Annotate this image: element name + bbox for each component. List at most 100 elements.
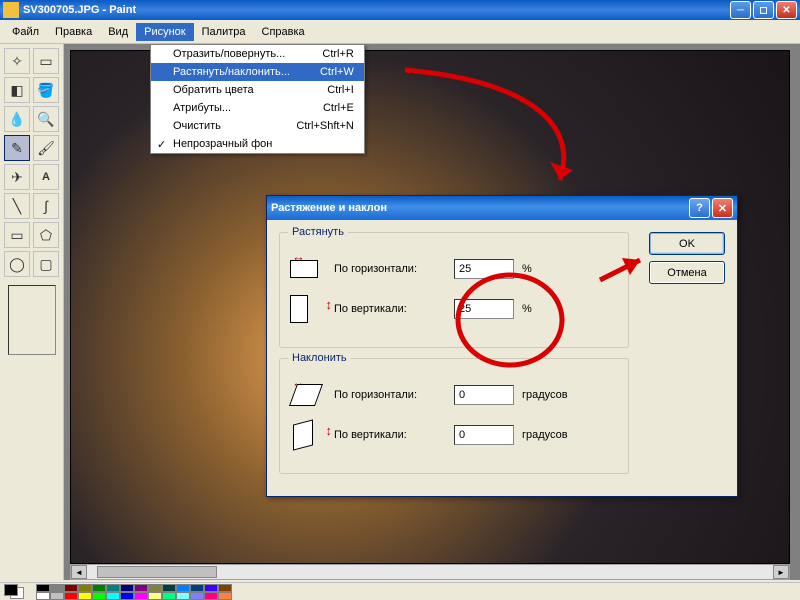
- check-icon: ✓: [157, 138, 166, 151]
- scroll-left-icon[interactable]: ◄: [71, 565, 87, 579]
- skew-h-label: По горизонтали:: [334, 389, 454, 401]
- scroll-right-icon[interactable]: ►: [773, 565, 789, 579]
- menu-help[interactable]: Справка: [254, 23, 313, 41]
- line-tool[interactable]: ╲: [4, 193, 30, 219]
- airbrush-tool[interactable]: ✈: [4, 164, 30, 190]
- palette-swatch[interactable]: [92, 592, 106, 600]
- menu-item-stretch-skew[interactable]: Растянуть/наклонить... Ctrl+W: [151, 63, 364, 81]
- palette-swatch[interactable]: [120, 584, 134, 592]
- stretch-fieldset: Растянуть ↔ По горизонтали: % ↕ По верти…: [279, 232, 629, 348]
- paint-window: SV300705.JPG - Paint ─ ◻ ✕ Файл Правка В…: [0, 0, 800, 600]
- polygon-tool[interactable]: ⬠: [33, 222, 59, 248]
- skew-v-unit: градусов: [522, 429, 568, 441]
- palette-swatch[interactable]: [148, 584, 162, 592]
- maximize-button[interactable]: ◻: [753, 1, 774, 19]
- palette-swatch[interactable]: [64, 584, 78, 592]
- palette-swatch[interactable]: [78, 584, 92, 592]
- menu-item-invert-colors[interactable]: Обратить цвета Ctrl+I: [151, 81, 364, 99]
- palette-swatch[interactable]: [162, 592, 176, 600]
- palette-swatch[interactable]: [190, 584, 204, 592]
- palette-swatch[interactable]: [134, 592, 148, 600]
- palette-swatch[interactable]: [50, 584, 64, 592]
- toolbox: ✧ ▭ ◧ 🪣 💧 🔍 ✎ 🖌 ✈ A ╲ ∫ ▭ ⬠ ◯ ▢: [0, 44, 64, 580]
- palette-swatch[interactable]: [176, 592, 190, 600]
- fg-color-swatch[interactable]: [4, 584, 18, 596]
- stretch-legend: Растянуть: [288, 226, 348, 238]
- horizontal-scrollbar[interactable]: ◄ ►: [70, 564, 790, 580]
- rect-tool[interactable]: ▭: [4, 222, 30, 248]
- palette-swatch[interactable]: [120, 592, 134, 600]
- skew-h-unit: градусов: [522, 389, 568, 401]
- skew-v-input[interactable]: [454, 425, 514, 445]
- skew-h-input[interactable]: [454, 385, 514, 405]
- menu-image[interactable]: Рисунок: [136, 23, 194, 41]
- rect-select-tool[interactable]: ▭: [33, 48, 59, 74]
- palette-swatch[interactable]: [162, 584, 176, 592]
- ok-button[interactable]: OK: [649, 232, 725, 255]
- stretch-h-input[interactable]: [454, 259, 514, 279]
- stretch-v-label: По вертикали:: [334, 303, 454, 315]
- menu-colors[interactable]: Палитра: [194, 23, 254, 41]
- close-button[interactable]: ✕: [776, 1, 797, 19]
- app-icon: [3, 2, 19, 18]
- palette-swatch[interactable]: [218, 584, 232, 592]
- menu-dropdown: Отразить/повернуть... Ctrl+R Растянуть/н…: [150, 44, 365, 154]
- window-title: SV300705.JPG - Paint: [23, 4, 136, 16]
- dialog-title: Растяжение и наклон: [271, 202, 387, 214]
- free-select-tool[interactable]: ✧: [4, 48, 30, 74]
- palette-swatch[interactable]: [106, 592, 120, 600]
- curve-tool[interactable]: ∫: [33, 193, 59, 219]
- skew-legend: Наклонить: [288, 352, 351, 364]
- skew-vertical-icon: ↕: [290, 419, 322, 451]
- ellipse-tool[interactable]: ◯: [4, 251, 30, 277]
- stretch-v-input[interactable]: [454, 299, 514, 319]
- cancel-button[interactable]: Отмена: [649, 261, 725, 284]
- palette-swatch[interactable]: [106, 584, 120, 592]
- menu-view[interactable]: Вид: [100, 23, 136, 41]
- palette-swatch[interactable]: [78, 592, 92, 600]
- palette-swatch[interactable]: [50, 592, 64, 600]
- minimize-button[interactable]: ─: [730, 1, 751, 19]
- stretch-vertical-icon: ↕: [290, 293, 322, 325]
- dialog-close-button[interactable]: ✕: [712, 198, 733, 218]
- palette-swatch[interactable]: [176, 584, 190, 592]
- palette-swatch[interactable]: [218, 592, 232, 600]
- menu-item-flip-rotate[interactable]: Отразить/повернуть... Ctrl+R: [151, 45, 364, 63]
- dialog-titlebar: Растяжение и наклон ? ✕: [267, 196, 737, 220]
- stretch-h-label: По горизонтали:: [334, 263, 454, 275]
- titlebar: SV300705.JPG - Paint ─ ◻ ✕: [0, 0, 800, 20]
- menu-file[interactable]: Файл: [4, 23, 47, 41]
- dialog-help-button[interactable]: ?: [689, 198, 710, 218]
- palette-swatch[interactable]: [134, 584, 148, 592]
- palette-swatch[interactable]: [92, 584, 106, 592]
- stretch-horizontal-icon: ↔: [290, 253, 322, 285]
- palette-swatch[interactable]: [148, 592, 162, 600]
- fill-tool[interactable]: 🪣: [33, 77, 59, 103]
- zoom-tool[interactable]: 🔍: [33, 106, 59, 132]
- pencil-tool[interactable]: ✎: [4, 135, 30, 161]
- menu-item-attributes[interactable]: Атрибуты... Ctrl+E: [151, 99, 364, 117]
- menu-item-opaque[interactable]: ✓ Непрозрачный фон: [151, 135, 364, 153]
- stretch-h-unit: %: [522, 263, 532, 275]
- text-tool[interactable]: A: [33, 164, 59, 190]
- skew-horizontal-icon: ↔: [290, 379, 322, 411]
- palette-swatch[interactable]: [190, 592, 204, 600]
- palette-swatch[interactable]: [36, 584, 50, 592]
- palette-swatch[interactable]: [204, 592, 218, 600]
- brush-tool[interactable]: 🖌: [33, 135, 59, 161]
- color-palette: [0, 582, 800, 600]
- palette-swatch[interactable]: [204, 584, 218, 592]
- palette-grid: [36, 584, 232, 600]
- palette-swatch[interactable]: [36, 592, 50, 600]
- eraser-tool[interactable]: ◧: [4, 77, 30, 103]
- menu-edit[interactable]: Правка: [47, 23, 100, 41]
- tool-options: [8, 285, 56, 355]
- scroll-thumb[interactable]: [97, 566, 217, 578]
- current-colors[interactable]: [4, 584, 32, 600]
- picker-tool[interactable]: 💧: [4, 106, 30, 132]
- rounded-rect-tool[interactable]: ▢: [33, 251, 59, 277]
- menu-item-clear[interactable]: Очистить Ctrl+Shft+N: [151, 117, 364, 135]
- stretch-v-unit: %: [522, 303, 532, 315]
- palette-swatch[interactable]: [64, 592, 78, 600]
- skew-fieldset: Наклонить ↔ По горизонтали: градусов ↕ П…: [279, 358, 629, 474]
